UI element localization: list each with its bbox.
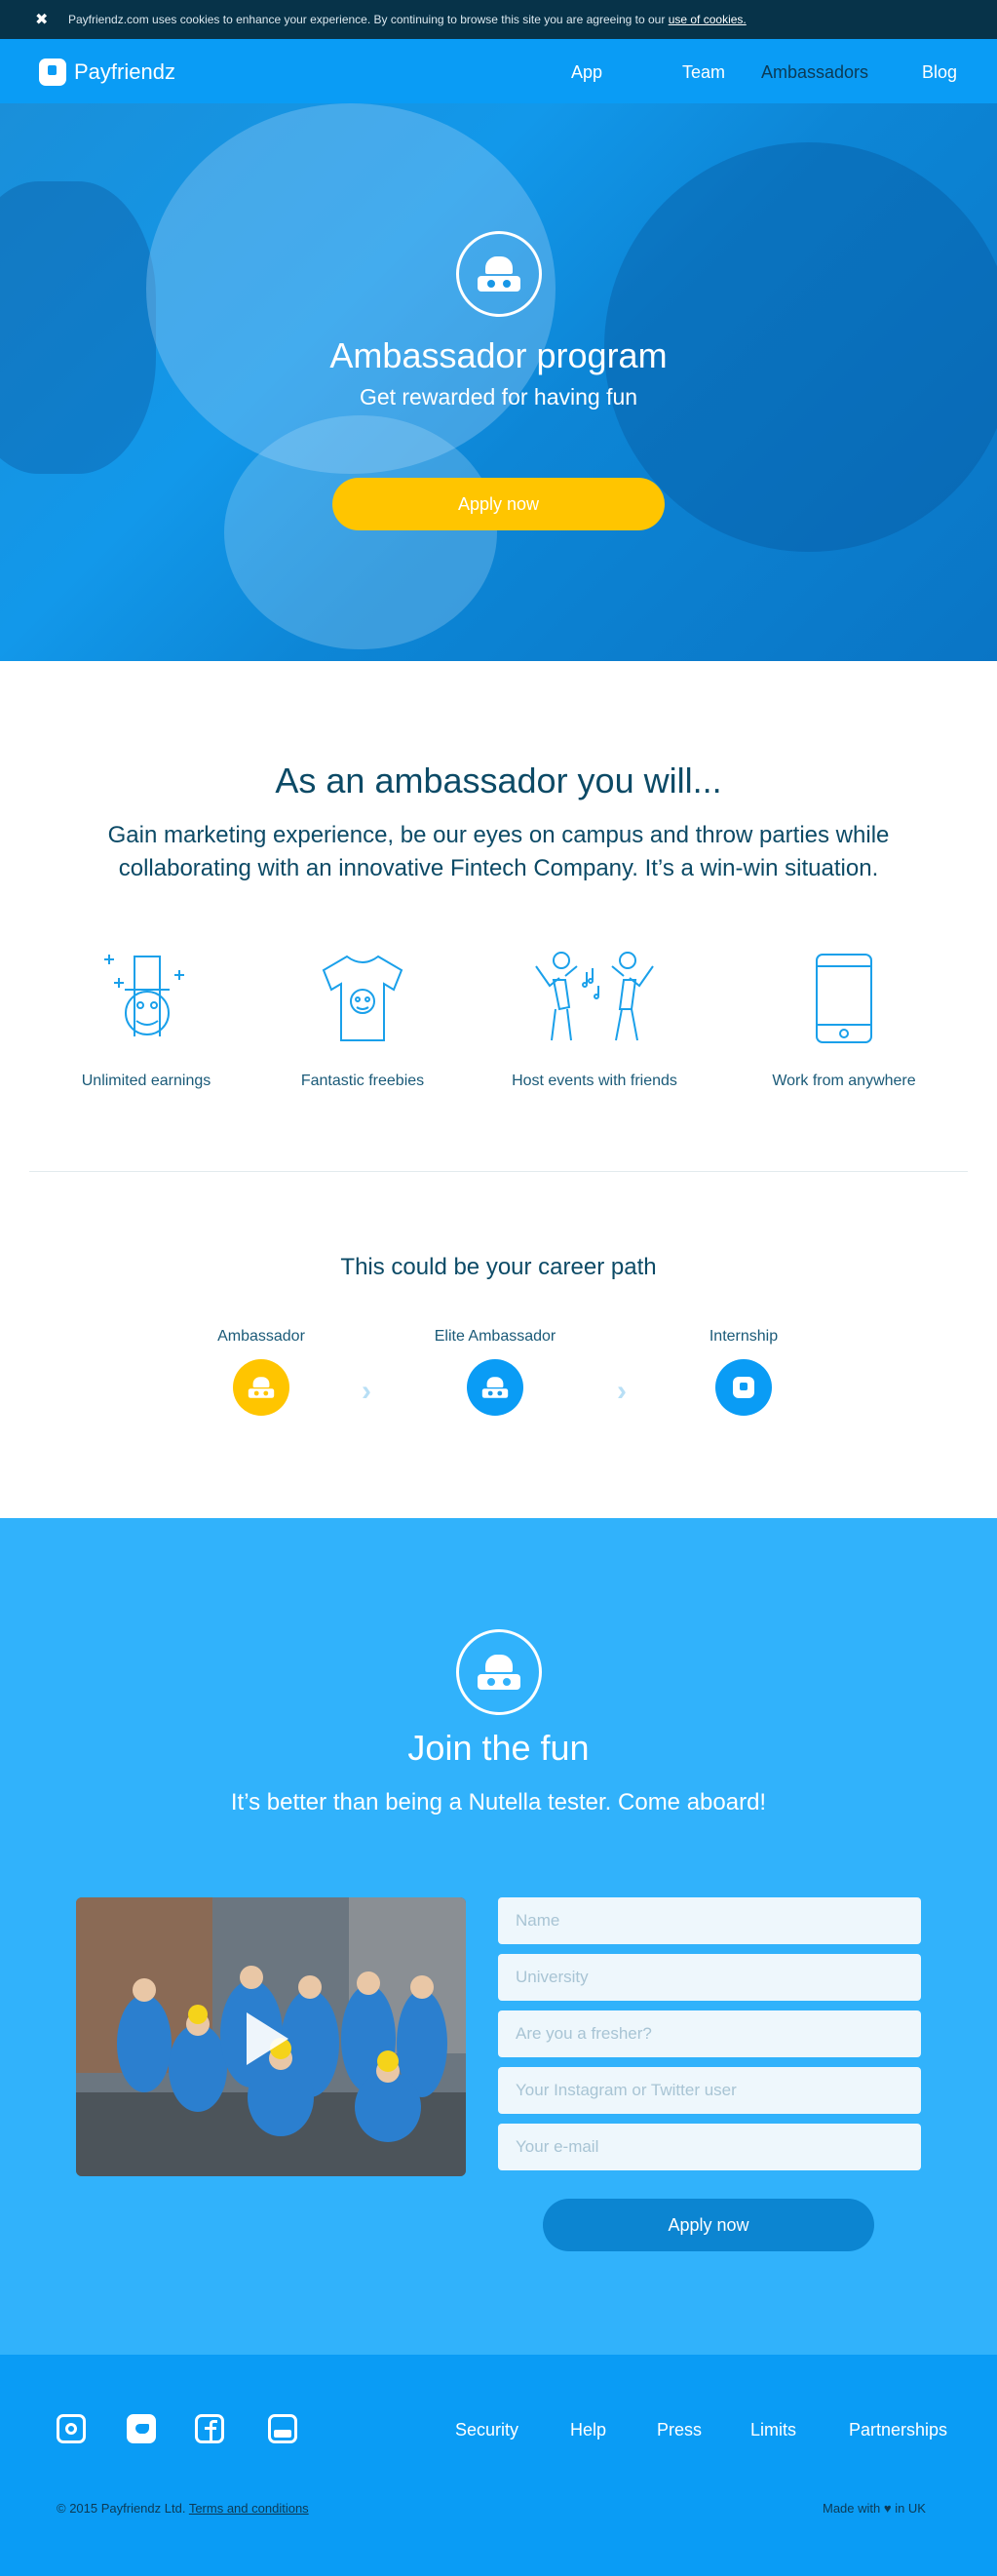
nav-link-team[interactable]: Team [682, 62, 725, 83]
made-with-love: Made with ♥ in UK [823, 2501, 926, 2516]
footer-link-partnerships[interactable]: Partnerships [849, 2420, 947, 2440]
brand-logo[interactable]: Payfriendz [39, 59, 175, 86]
ambassador-robot-icon [456, 231, 542, 317]
chevron-right-icon: › [362, 1375, 371, 1407]
fresher-input[interactable] [498, 2010, 921, 2057]
apply-now-submit-button[interactable]: Apply now [543, 2199, 874, 2251]
copyright-text: © 2015 Payfriendz Ltd. [57, 2501, 186, 2516]
join-section: Join the fun It’s better than being a Nu… [0, 1518, 997, 2355]
dancing-friends-icon [535, 952, 654, 1041]
feature-label: Unlimited earnings [81, 1073, 211, 1089]
ambassador-robot-icon [233, 1359, 289, 1416]
payfriendz-logo-icon [715, 1359, 772, 1416]
cookie-message: Payfriendz.com uses cookies to enhance y… [68, 13, 666, 26]
footer-link-security[interactable]: Security [455, 2420, 518, 2440]
hero-photo-shape [224, 415, 497, 649]
elite-robot-icon [467, 1359, 523, 1416]
instagram-icon[interactable] [57, 2414, 86, 2443]
feature-fantastic-freebies: Fantastic freebies [255, 951, 470, 1089]
feature-label: Host events with friends [512, 1073, 677, 1089]
cookie-policy-link[interactable]: use of cookies. [669, 13, 747, 26]
career-path-title: This could be your career path [340, 1254, 657, 1280]
footer: Security Help Press Limits Partnerships … [0, 2355, 997, 2576]
name-input[interactable] [498, 1897, 921, 1944]
footer-link-press[interactable]: Press [657, 2420, 702, 2440]
tshirt-icon [322, 955, 403, 1041]
payfriendz-logo-icon [39, 59, 66, 86]
nav-link-ambassadors[interactable]: Ambassadors [761, 62, 868, 83]
hero-title: Ambassador program [329, 335, 668, 375]
footer-link-limits[interactable]: Limits [750, 2420, 796, 2440]
career-step-label: Elite Ambassador [434, 1328, 556, 1345]
ambassador-intro: Gain marketing experience, be our eyes o… [107, 822, 890, 881]
career-step-label: Ambassador [217, 1328, 305, 1345]
career-step-internship: Internship [666, 1328, 822, 1416]
chevron-right-icon: › [617, 1375, 627, 1407]
hero-section: Ambassador program Get rewarded for havi… [0, 103, 997, 661]
feature-unlimited-earnings: Unlimited earnings [39, 951, 253, 1089]
video-player[interactable] [76, 1897, 466, 2176]
hero-subtitle: Get rewarded for having fun [359, 384, 638, 410]
footer-link-help[interactable]: Help [570, 2420, 606, 2440]
cookie-banner: ✖ Payfriendz.com uses cookies to enhance… [0, 0, 997, 39]
group-photo-thumbnail [76, 1897, 466, 2176]
join-title: Join the fun [407, 1728, 590, 1768]
career-step-ambassador: Ambassador [183, 1328, 339, 1416]
feature-label: Fantastic freebies [300, 1073, 425, 1089]
twitter-icon[interactable] [127, 2414, 156, 2443]
feature-host-events: Host events with friends [487, 951, 702, 1089]
join-subtitle: It’s better than being a Nutella tester.… [230, 1789, 767, 1815]
hero-photo-shape [0, 181, 156, 474]
terms-link[interactable]: Terms and conditions [189, 2501, 309, 2516]
section-divider [29, 1171, 968, 1172]
feature-work-anywhere: Work from anywhere [737, 951, 951, 1089]
brand-name: Payfriendz [74, 59, 175, 84]
apply-now-button[interactable]: Apply now [332, 478, 665, 530]
ambassador-section-title: As an ambassador you will... [275, 761, 722, 800]
cookie-text: Payfriendz.com uses cookies to enhance y… [68, 13, 747, 26]
university-input[interactable] [498, 1954, 921, 2001]
feature-label: Work from anywhere [772, 1073, 916, 1089]
career-step-label: Internship [709, 1328, 779, 1345]
hat-money-icon [104, 955, 184, 1036]
nav-link-blog[interactable]: Blog [922, 62, 957, 83]
facebook-icon[interactable] [195, 2414, 224, 2443]
social-handle-input[interactable] [498, 2067, 921, 2114]
copyright: © 2015 Payfriendz Ltd. Terms and conditi… [57, 2501, 309, 2516]
phone-icon [816, 954, 872, 1043]
ambassador-robot-icon [456, 1629, 542, 1715]
youtube-icon[interactable] [268, 2414, 297, 2443]
email-input[interactable] [498, 2124, 921, 2170]
nav-link-app[interactable]: App [571, 62, 602, 83]
close-icon[interactable]: ✖ [35, 10, 48, 29]
career-step-elite-ambassador: Elite Ambassador [417, 1328, 573, 1416]
top-navigation: Payfriendz App Team Ambassadors Blog [0, 39, 997, 142]
